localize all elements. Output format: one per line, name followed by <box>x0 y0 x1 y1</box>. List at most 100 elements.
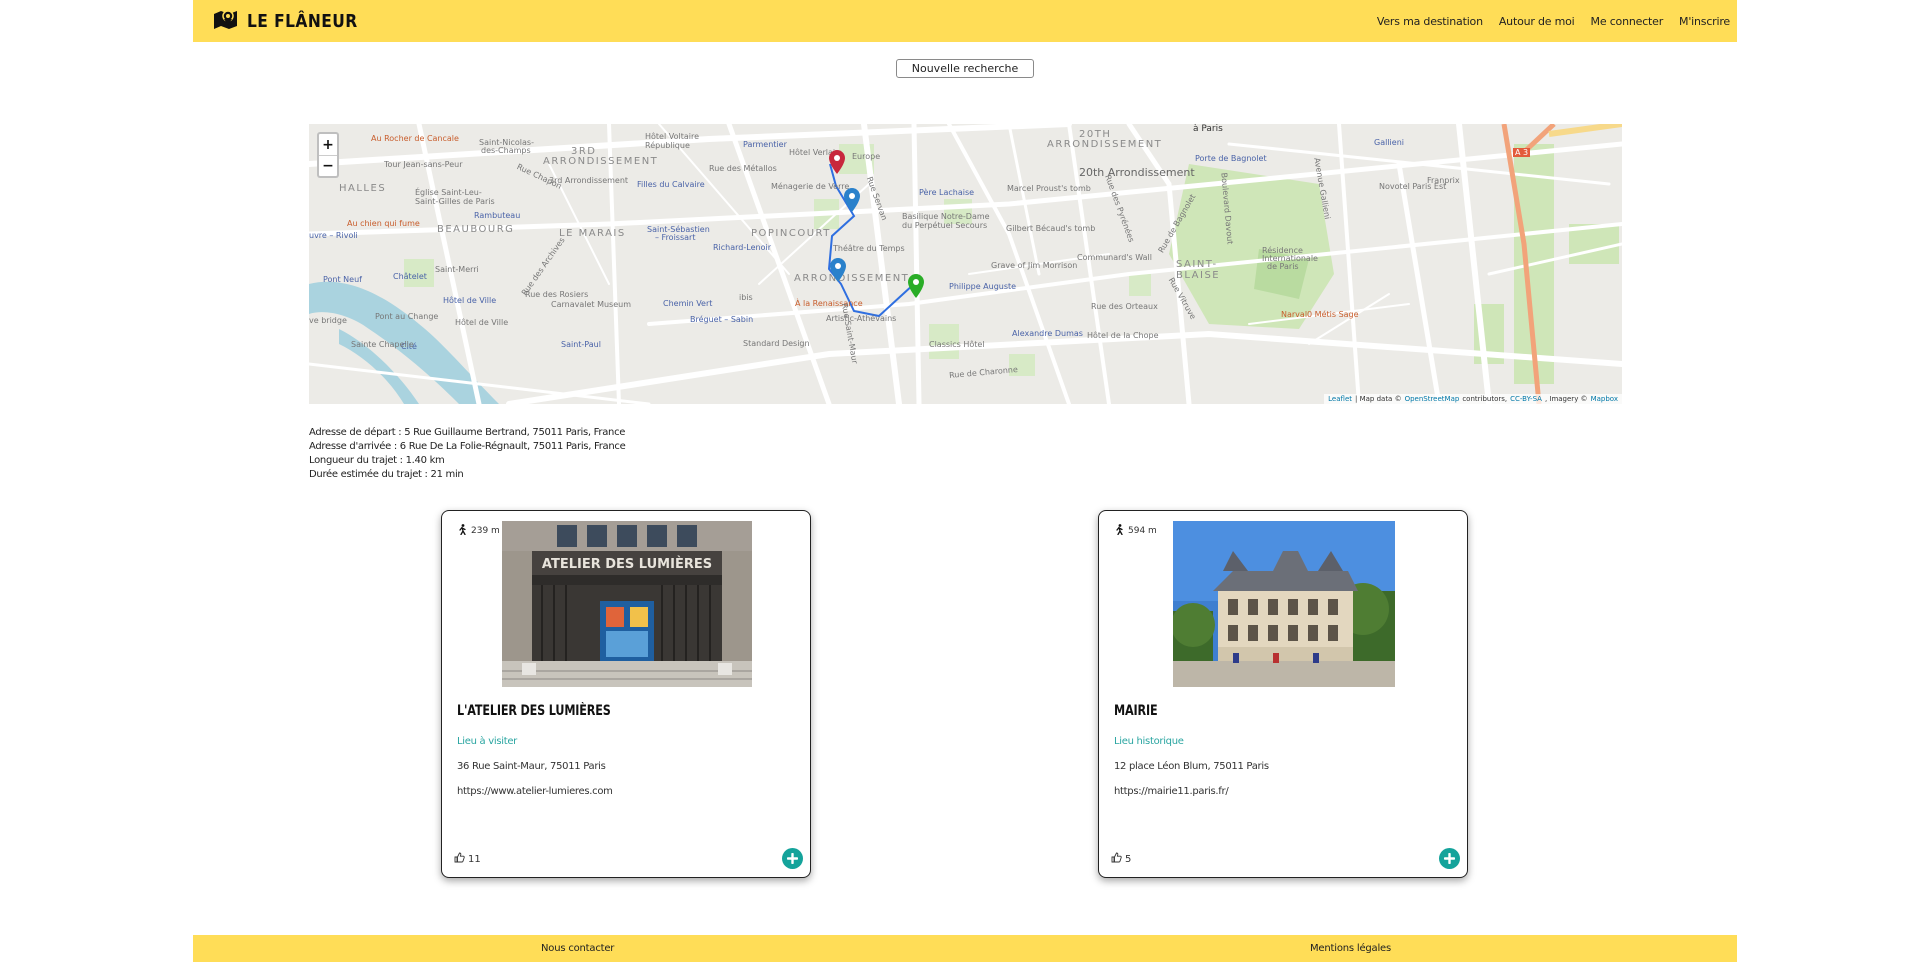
trip-length: Longueur du trajet : 1.40 km <box>309 455 445 466</box>
map-label: Gallieni <box>1374 138 1404 147</box>
map-label: Châtelet <box>393 272 427 281</box>
leaflet-link[interactable]: Leaflet <box>1328 395 1352 403</box>
map-label: Marcel Proust's tomb <box>1007 184 1091 193</box>
map-label: à Paris <box>1193 124 1223 134</box>
place-marker[interactable] <box>830 258 846 286</box>
like-count: 11 <box>468 853 481 865</box>
nav-register[interactable]: M'inscrire <box>1679 15 1730 28</box>
like-button[interactable]: 11 <box>454 852 481 866</box>
walking-distance: 239 m <box>458 524 500 538</box>
place-address: 36 Rue Saint-Maur, 75011 Paris <box>457 761 606 772</box>
zoom-out-button[interactable]: − <box>319 155 337 176</box>
plus-icon <box>786 849 799 868</box>
map-label: uvre – Rivoli <box>309 231 358 240</box>
map-label: Porte de Bagnolet <box>1195 154 1267 163</box>
start-marker[interactable] <box>908 274 924 302</box>
map-label: Classics Hôtel <box>929 340 985 349</box>
place-photo <box>1173 521 1395 687</box>
logo[interactable]: LE FLÂNEUR <box>213 8 376 34</box>
add-place-button[interactable] <box>782 848 803 869</box>
start-address: Adresse de départ : 5 Rue Guillaume Bert… <box>309 427 626 438</box>
map-label: BLAISE <box>1176 270 1221 281</box>
place-category[interactable]: Lieu à visiter <box>457 736 517 747</box>
mapbox-link[interactable]: Mapbox <box>1591 395 1618 403</box>
map-label: Bréguet – Sabin <box>690 315 754 324</box>
map-label: Europe <box>852 152 881 161</box>
map-label: Saint-Paul <box>561 340 601 349</box>
logo-text: LE FLÂNEUR <box>247 10 358 32</box>
map-label: Église Saint-Leu- <box>415 188 482 197</box>
map-label: Rambuteau <box>474 211 521 220</box>
distance-value: 239 m <box>471 526 500 536</box>
place-card: 594 m MAIRIE Lieu historique 12 place Lé… <box>1098 510 1468 878</box>
walking-icon <box>1115 524 1124 538</box>
map-label: HALLES <box>339 183 387 194</box>
map-label: République <box>645 141 690 150</box>
zoom-in-button[interactable]: + <box>319 134 337 155</box>
map-label: Au Rocher de Cancale <box>371 134 459 143</box>
license-link[interactable]: CC-BY-SA <box>1510 395 1542 403</box>
map-label: Sainte Chapelle <box>351 340 414 349</box>
place-website[interactable]: https://mairie11.paris.fr/ <box>1114 786 1229 797</box>
zoom-control: + − <box>317 132 339 178</box>
map-label: Hôtel de Ville <box>455 318 509 327</box>
map-label: Grave of Jim Morrison <box>991 261 1078 270</box>
map-label: Saint-Merri <box>435 265 479 274</box>
contact-link[interactable]: Nous contacter <box>541 943 614 954</box>
map-label: Théâtre du Temps <box>833 244 905 253</box>
map-label: Tour Jean-sans-Peur <box>384 160 463 169</box>
place-name: MAIRIE <box>1114 703 1158 719</box>
map-label: ibis <box>739 293 753 302</box>
map-label: Richard-Lenoir <box>713 243 771 252</box>
attribution-text: , Imagery © <box>1544 395 1588 403</box>
legal-link[interactable]: Mentions légales <box>1310 943 1391 954</box>
map-label: Rue des Métallos <box>709 164 777 173</box>
map-attribution: Leaflet | Map data © OpenStreetMap contr… <box>1324 394 1622 404</box>
plus-icon <box>1443 849 1456 868</box>
thumbs-up-icon <box>454 852 465 866</box>
map-label: A 3 <box>1513 148 1531 157</box>
place-card: 239 m ATELIER DES LUMIÈRES L'ATELIER DES… <box>441 510 811 878</box>
place-website[interactable]: https://www.atelier-lumieres.com <box>457 786 613 797</box>
walking-icon <box>458 524 467 538</box>
map-label: Narval0 Métis Sage <box>1281 310 1359 319</box>
new-search-button[interactable]: Nouvelle recherche <box>896 59 1034 78</box>
add-place-button[interactable] <box>1439 848 1460 869</box>
distance-value: 594 m <box>1128 526 1157 536</box>
route-map[interactable]: à Paris 3RD ARRONDISSEMENT 20TH ARRONDIS… <box>309 124 1622 404</box>
map-label: – Froissart <box>655 233 696 242</box>
end-marker[interactable] <box>829 150 845 178</box>
map-label: Au chien qui fume <box>347 219 420 228</box>
map-label: Basilique Notre-Dame <box>902 212 990 221</box>
map-label: POPINCOURT <box>751 228 831 239</box>
like-count: 5 <box>1125 853 1132 865</box>
map-label: du Perpétuel Secours <box>902 221 988 230</box>
map-label: Alexandre Dumas <box>1012 329 1083 338</box>
map-label: À la Renaissance <box>795 299 863 308</box>
top-navbar: LE FLÂNEUR Vers ma destination Autour de… <box>193 0 1737 42</box>
map-label: Rue des Orteaux <box>1091 302 1158 311</box>
map-label: ARRONDISSEMENT <box>794 273 910 284</box>
place-marker[interactable] <box>844 188 860 216</box>
map-label: 20th Arrondissement <box>1079 166 1195 179</box>
place-photo: ATELIER DES LUMIÈRES <box>502 521 752 687</box>
map-label: Gilbert Bécaud's tomb <box>1006 224 1096 233</box>
map-label: ARRONDISSEMENT <box>543 156 659 167</box>
map-label: Franprix <box>1427 176 1460 185</box>
map-label: Philippe Auguste <box>949 282 1017 291</box>
atelier-sign: ATELIER DES LUMIÈRES <box>542 556 712 572</box>
map-label: Père Lachaise <box>919 188 975 197</box>
map-label: Standard Design <box>743 339 810 348</box>
map-label: BEAUBOURG <box>437 224 515 235</box>
main-nav: Vers ma destination Autour de moi Me con… <box>1377 15 1730 28</box>
nav-login[interactable]: Me connecter <box>1591 15 1664 28</box>
osm-link[interactable]: OpenStreetMap <box>1405 395 1460 403</box>
place-category[interactable]: Lieu historique <box>1114 736 1184 747</box>
nav-around-me[interactable]: Autour de moi <box>1499 15 1575 28</box>
like-button[interactable]: 5 <box>1111 852 1131 866</box>
map-label: Artistic-Athévains <box>826 314 897 323</box>
walking-distance: 594 m <box>1115 524 1157 538</box>
map-label: Hôtel de la Chope <box>1087 331 1159 340</box>
attribution-text: contributors, <box>1462 395 1508 403</box>
nav-destination[interactable]: Vers ma destination <box>1377 15 1483 28</box>
